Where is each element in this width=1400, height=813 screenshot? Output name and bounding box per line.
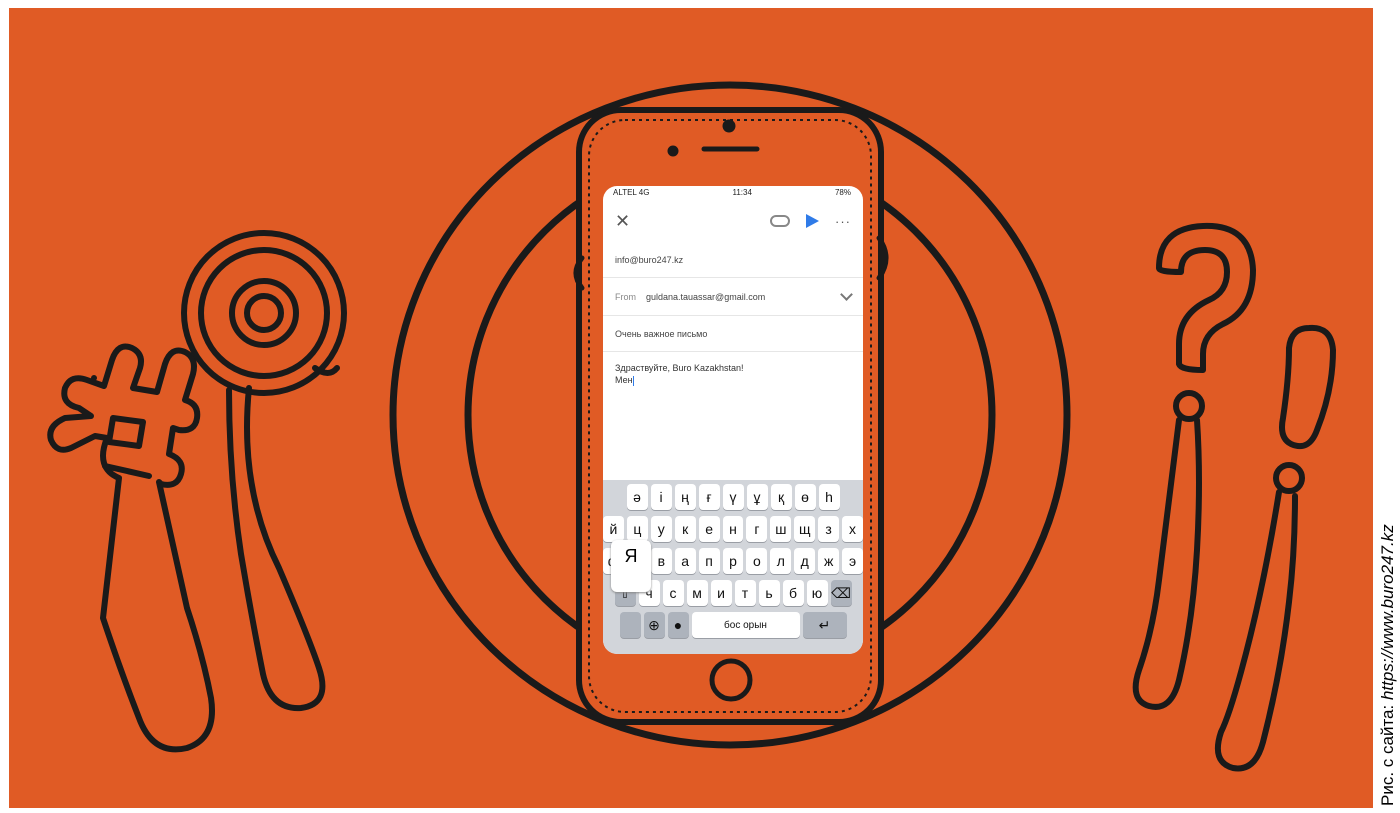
key[interactable]: ү: [722, 484, 744, 510]
carrier-label: ALTEL 4G: [613, 188, 650, 197]
body-line-2: Мен: [615, 375, 633, 385]
keyboard-row-1: ә і ң ғ ү ұ қ ө һ: [603, 484, 863, 514]
key[interactable]: ұ: [746, 484, 768, 510]
key[interactable]: ң: [674, 484, 696, 510]
key[interactable]: ш: [770, 516, 792, 542]
microphone-icon[interactable]: ●: [667, 612, 689, 638]
key[interactable]: б: [782, 580, 804, 606]
key[interactable]: у: [650, 516, 672, 542]
return-icon[interactable]: ↵: [802, 612, 847, 638]
key[interactable]: о: [746, 548, 768, 574]
key[interactable]: п: [698, 548, 720, 574]
send-icon[interactable]: [806, 214, 819, 228]
key[interactable]: ғ: [698, 484, 720, 510]
body-line-1: Здраствуйте, Buro Kazakhstan!: [615, 363, 744, 373]
keyboard-row-5: ⊕ ● бос орын ↵: [603, 612, 863, 642]
key[interactable]: г: [746, 516, 768, 542]
key[interactable]: л: [770, 548, 792, 574]
space-bar[interactable]: бос орын: [691, 612, 800, 638]
key-popup: Я: [611, 540, 651, 592]
key[interactable]: к: [674, 516, 696, 542]
time-label: 11:34: [732, 188, 752, 197]
attachment-icon[interactable]: [770, 215, 790, 227]
exclamation-knife: [1215, 324, 1336, 772]
key[interactable]: ь: [758, 580, 780, 606]
key[interactable]: қ: [770, 484, 792, 510]
battery-label: 78%: [834, 188, 851, 197]
to-field[interactable]: info@buro247.kz: [603, 242, 863, 278]
from-label: From: [615, 291, 636, 302]
key[interactable]: ж: [818, 548, 840, 574]
key[interactable]: э: [842, 548, 863, 574]
key[interactable]: н: [722, 516, 744, 542]
image-credit-caption: Рис. с сайта: https://www.buro247.kz: [1376, 6, 1400, 806]
caption-prefix: Рис. с сайта:: [1378, 700, 1397, 806]
compose-toolbar: ✕ ···: [603, 200, 863, 242]
key[interactable]: ц: [626, 516, 648, 542]
key[interactable]: з: [818, 516, 840, 542]
key[interactable]: һ: [818, 484, 840, 510]
key[interactable]: ө: [794, 484, 816, 510]
subject-field[interactable]: Очень важное письмо: [603, 316, 863, 352]
key[interactable]: х: [842, 516, 863, 542]
hashtag-fork: [47, 343, 215, 753]
key[interactable]: а: [674, 548, 696, 574]
more-options-icon[interactable]: ···: [835, 214, 851, 229]
key[interactable]: і: [650, 484, 672, 510]
key[interactable]: ю: [806, 580, 828, 606]
from-field[interactable]: From guldana.tauassar@gmail.com: [603, 278, 863, 316]
key[interactable]: е: [698, 516, 720, 542]
caption-url[interactable]: https://www.buro247.kz: [1378, 524, 1397, 700]
key[interactable]: с: [662, 580, 684, 606]
to-address: info@buro247.kz: [615, 254, 684, 265]
key[interactable]: ә: [626, 484, 648, 510]
phone-screen: ALTEL 4G 11:34 78% ✕ ··· info@buro247.kz…: [603, 186, 863, 654]
question-mark-fork: [1132, 222, 1256, 710]
subject-text: Очень важное письмо: [615, 328, 708, 339]
backspace-icon[interactable]: ⌫: [830, 580, 852, 606]
chevron-down-icon[interactable]: [840, 288, 853, 301]
globe-icon[interactable]: ⊕: [643, 612, 665, 638]
at-sign-spoon: [181, 230, 347, 712]
text-cursor: [632, 375, 634, 386]
key[interactable]: м: [686, 580, 708, 606]
numbers-key[interactable]: [619, 612, 641, 638]
key[interactable]: и: [710, 580, 732, 606]
front-camera: [722, 119, 736, 133]
close-icon[interactable]: ✕: [615, 211, 630, 232]
key[interactable]: щ: [794, 516, 816, 542]
key[interactable]: в: [650, 548, 672, 574]
from-address: guldana.tauassar@gmail.com: [646, 291, 766, 302]
onscreen-keyboard: ә і ң ғ ү ұ қ ө һ й ц у к е н г ш щ з х …: [603, 480, 863, 654]
status-bar: ALTEL 4G 11:34 78%: [603, 186, 863, 200]
key[interactable]: й: [603, 516, 624, 542]
message-body[interactable]: Здраствуйте, Buro Kazakhstan! Мен: [603, 352, 863, 468]
key[interactable]: т: [734, 580, 756, 606]
key[interactable]: р: [722, 548, 744, 574]
illustration-background: ALTEL 4G 11:34 78% ✕ ··· info@buro247.kz…: [9, 8, 1373, 808]
key[interactable]: д: [794, 548, 816, 574]
